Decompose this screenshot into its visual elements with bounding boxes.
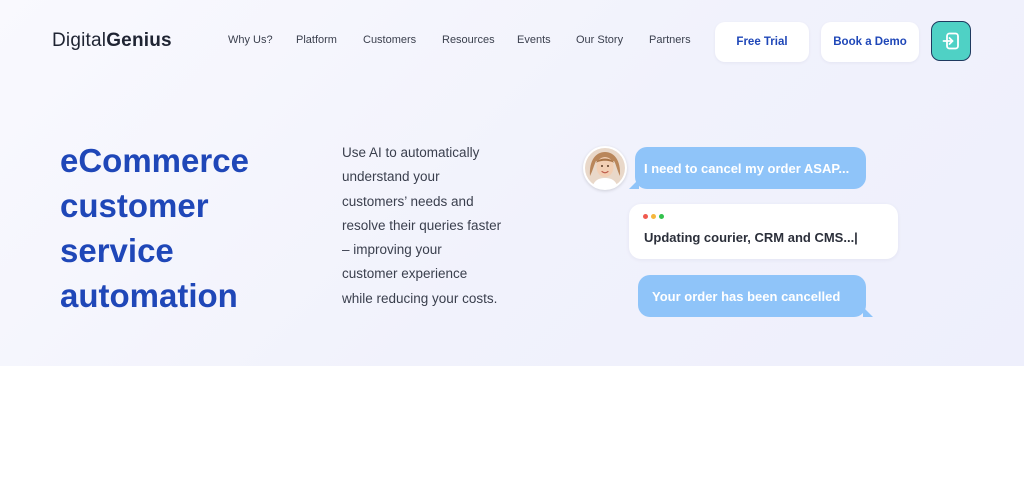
window-dots-icon <box>643 214 664 219</box>
nav-why-us[interactable]: Why Us? <box>228 34 273 46</box>
nav-resources[interactable]: Resources <box>442 34 495 46</box>
nav-events[interactable]: Events <box>517 34 551 46</box>
customer-avatar-image <box>585 148 625 188</box>
nav-our-story[interactable]: Our Story <box>576 34 623 46</box>
nav-platform[interactable]: Platform <box>296 34 337 46</box>
dot-green-icon <box>659 214 664 219</box>
hero-description-line: – improving your <box>342 242 442 258</box>
chat-status-card: Updating courier, CRM and CMS...| <box>629 204 898 259</box>
login-button[interactable] <box>931 21 971 61</box>
hero-title-line: eCommerce <box>60 142 249 179</box>
nav-partners[interactable]: Partners <box>649 34 691 46</box>
logo[interactable]: DigitalGenius <box>52 30 172 52</box>
chat-bubble-customer: I need to cancel my order ASAP... <box>629 147 866 189</box>
hero-description-line: understand your <box>342 169 440 185</box>
dot-yellow-icon <box>651 214 656 219</box>
logo-text-digital: Digital <box>52 30 107 51</box>
hero-description: Use AI to automatically understand your … <box>342 141 532 311</box>
hero-description-line: resolve their queries faster <box>342 217 502 233</box>
chat-status-text: Updating courier, CRM and CMS...| <box>644 230 858 245</box>
nav-customers[interactable]: Customers <box>363 34 416 46</box>
hero-title-line: service <box>60 232 174 269</box>
chat-message-text: I need to cancel my order ASAP... <box>644 160 850 176</box>
chat-bubble-agent: Your order has been cancelled <box>638 275 873 317</box>
hero-title-line: customer <box>60 187 209 224</box>
hero-description-line: customer experience <box>342 266 468 282</box>
hero-title-line: automation <box>60 277 238 314</box>
dot-red-icon <box>643 214 648 219</box>
logo-text-genius: Genius <box>106 30 172 51</box>
customer-avatar <box>583 146 627 190</box>
hero-description-line: customers’ needs and <box>342 193 474 209</box>
book-demo-button[interactable]: Book a Demo <box>821 22 919 62</box>
hero-title: eCommerce customer service automation <box>60 138 320 318</box>
chat-reply-text: Your order has been cancelled <box>652 288 841 304</box>
hero-description-line: Use AI to automatically <box>342 145 480 160</box>
hero-description-line: while reducing your costs. <box>342 290 498 306</box>
login-icon <box>942 32 959 50</box>
free-trial-button[interactable]: Free Trial <box>715 22 809 62</box>
